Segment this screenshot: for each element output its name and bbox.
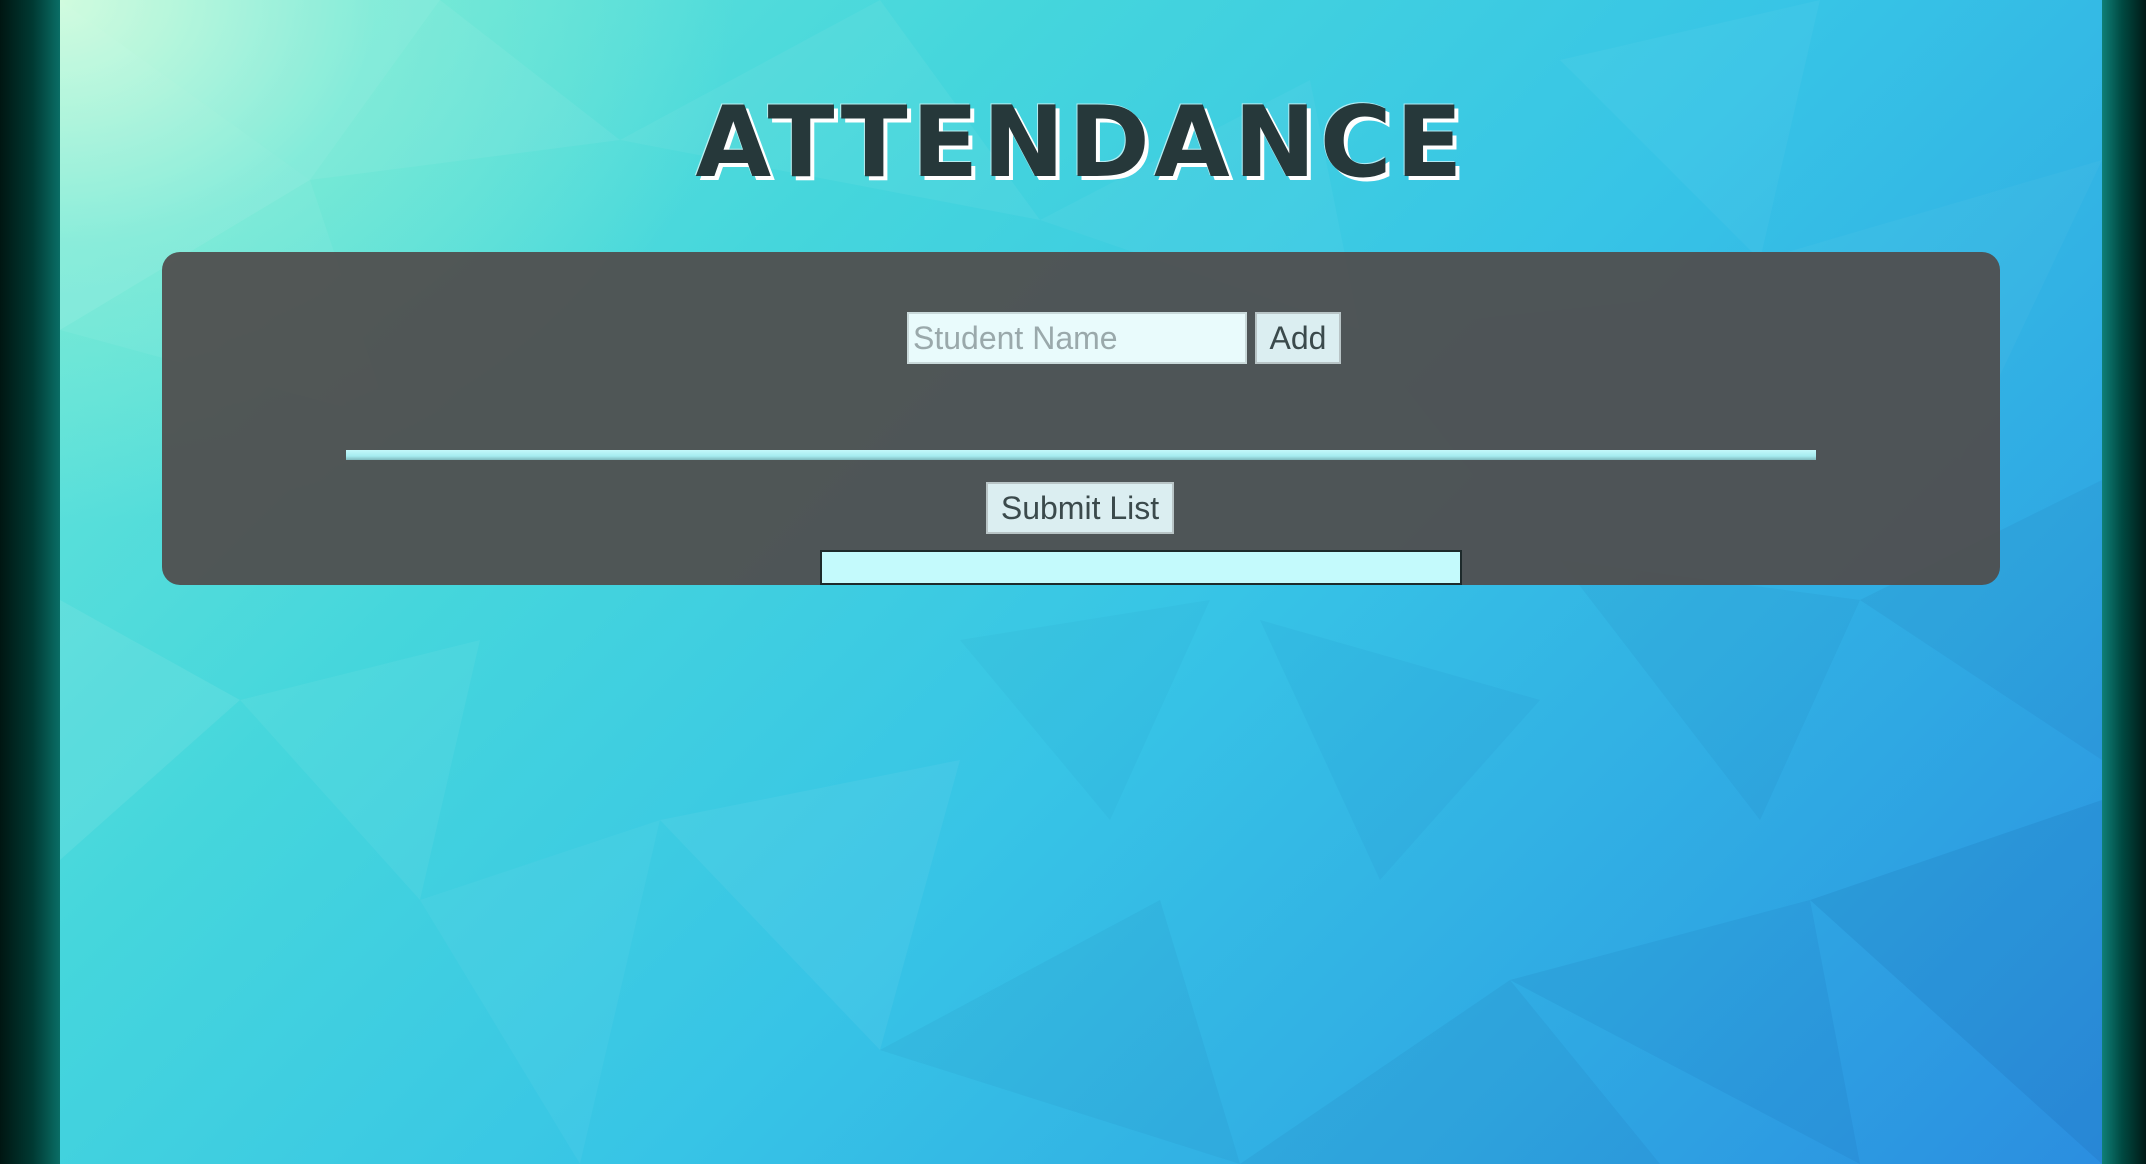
submit-list-button[interactable]: Submit List (986, 482, 1174, 534)
attendance-list-box (820, 550, 1462, 585)
page-title: ATTENDANCE (695, 86, 1467, 200)
add-student-row: Add (907, 312, 1341, 364)
divider (346, 450, 1816, 460)
add-button[interactable]: Add (1255, 312, 1341, 364)
page-background: ATTENDANCE Add Submit List (60, 0, 2102, 1164)
left-border (0, 0, 60, 1164)
right-border (2102, 0, 2146, 1164)
student-name-input[interactable] (907, 312, 1247, 364)
attendance-panel: Add Submit List (162, 252, 2000, 585)
